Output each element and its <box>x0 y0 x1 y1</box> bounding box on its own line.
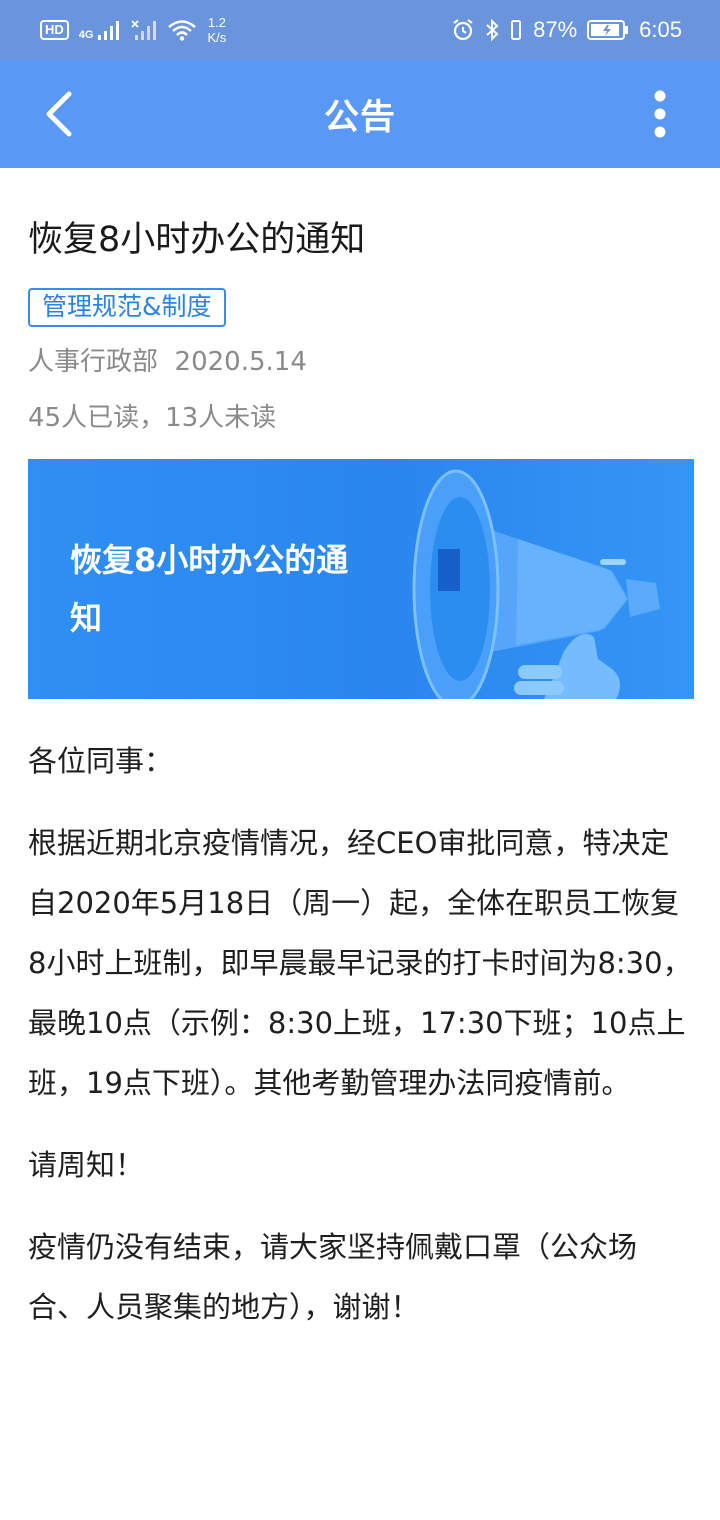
alarm-icon <box>453 19 473 41</box>
article-author: 人事行政部 <box>28 347 159 377</box>
article-banner: 恢复8小时办公的通知 <box>28 459 694 699</box>
more-vertical-icon <box>654 90 666 138</box>
hd-indicator: HD <box>40 20 69 40</box>
app-bar: 公告 <box>0 60 720 168</box>
speed-unit: K/s <box>207 30 227 45</box>
chevron-left-icon <box>46 91 72 137</box>
signal-icon <box>98 21 120 40</box>
paragraph-notice: 请周知！ <box>28 1148 145 1182</box>
vibrate-icon <box>511 20 522 40</box>
article-content: 恢复8小时办公的通知 管理规范&制度 人事行政部 2020.5.14 45人已读… <box>28 168 694 1337</box>
read-status[interactable]: 45人已读，13人未读 <box>28 401 694 435</box>
salutation: 各位同事： <box>28 744 174 778</box>
status-right: 87% 6:05 <box>451 17 682 43</box>
page-title: 公告 <box>323 97 396 138</box>
banner-title: 恢复8小时办公的通知 <box>70 541 349 637</box>
megaphone-icon <box>412 469 660 699</box>
clock: 6:05 <box>639 17 682 42</box>
network-type: 4G <box>78 29 94 41</box>
network-speed: 1.2 K/s <box>207 15 226 45</box>
bluetooth-icon <box>486 18 499 42</box>
speed-value: 1.2 <box>207 15 226 30</box>
article-title: 恢复8小时办公的通知 <box>28 220 366 260</box>
article-meta: 人事行政部 2020.5.14 <box>28 345 694 379</box>
category-tag[interactable]: 管理规范&制度 <box>28 288 226 327</box>
article-date: 2020.5.14 <box>174 347 307 377</box>
paragraph-reminder: 疫情仍没有结束，请大家坚持佩戴口罩（公众场合、人员聚集的地方），谢谢！ <box>28 1230 638 1324</box>
status-left: HD 4G 1.2 K/s <box>40 15 226 45</box>
wifi-icon <box>168 20 197 41</box>
battery-percent: 87% <box>533 17 578 42</box>
status-bar: HD 4G 1.2 K/s 87% 6:05 <box>0 0 720 60</box>
paragraph-main: 根据近期北京疫情情况，经CEO审批同意，特决定自2020年5月18日（周一）起，… <box>28 826 692 1100</box>
battery-icon <box>587 20 629 40</box>
signal-no-sim-icon <box>131 20 157 40</box>
more-options-button[interactable] <box>640 86 680 142</box>
back-button[interactable] <box>30 86 86 142</box>
